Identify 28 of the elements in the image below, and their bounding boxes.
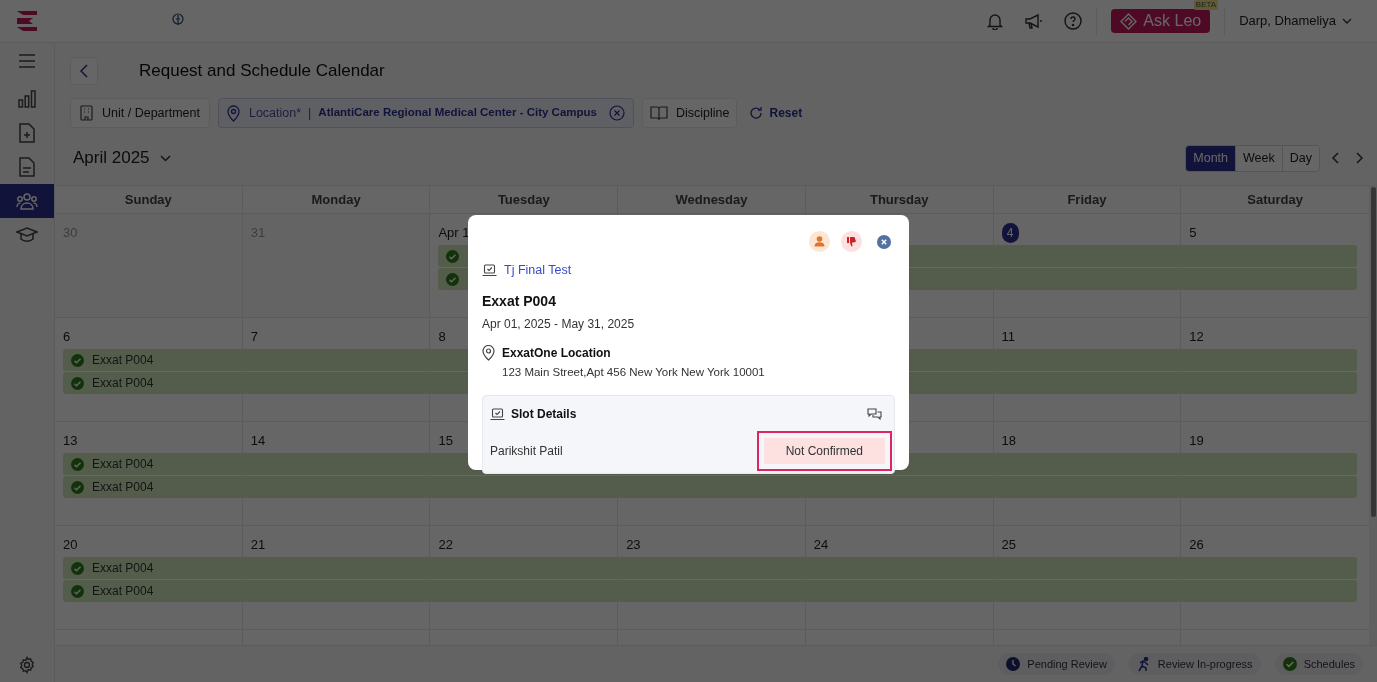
weekday-header: Friday [993, 186, 1182, 213]
legend-label: Pending Review [1027, 656, 1107, 672]
event-label: Exxat P004 [92, 560, 154, 577]
weekday-header: Thursday [805, 186, 994, 213]
legend-label: Review In-progress [1157, 656, 1253, 672]
event-label: Exxat P004 [92, 479, 154, 496]
event-label: Exxat P004 [92, 456, 154, 473]
weekday-header: Tuesday [430, 186, 619, 213]
separator: | [308, 104, 312, 122]
weekday-header: Saturday [1246, 190, 1304, 209]
weekday-header: Sunday [55, 186, 243, 213]
weekday-header: Wednesday [618, 186, 806, 213]
event-name: Exxat P004 [482, 291, 557, 311]
slot-details-title: Slot Details [511, 406, 577, 423]
status-badge: Not Confirmed [763, 438, 885, 464]
location-name: ExxatOne Location [502, 344, 612, 362]
event-label: Exxat P004 [92, 375, 154, 392]
page-title: Request and Schedule Calendar [139, 59, 385, 82]
weekday-header: Monday [242, 186, 431, 213]
slot-person-name: Parikshit Patil [490, 443, 563, 460]
event-label: Exxat P004 [92, 583, 154, 600]
location-address: 123 Main Street,Apt 456 New York New York 10001 [502, 364, 765, 380]
location-value: AtlantiCare Regional Medical Center - City Campus [318, 105, 597, 121]
legend-label: Schedules [1303, 656, 1355, 672]
event-dates: Apr 01, 2025 - May 31, 2025 [482, 315, 636, 333]
beta-badge: BETA [1193, 0, 1219, 10]
location-label: Location* [248, 104, 302, 122]
event-label: Exxat P004 [92, 352, 154, 369]
